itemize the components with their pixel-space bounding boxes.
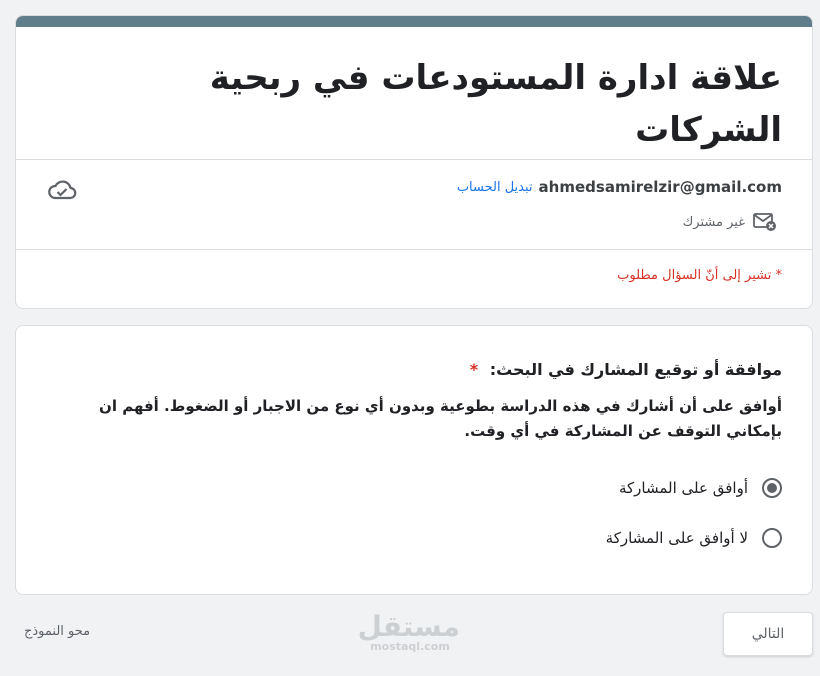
account-email: ahmedsamirelzir@gmail.com	[538, 178, 782, 196]
question-description: أوافق على أن أشارك في هذه الدراسة بطوعية…	[99, 397, 782, 440]
watermark-main: مستقل	[357, 610, 460, 643]
radio-button[interactable]	[762, 528, 782, 548]
form-title: علاقة ادارة المستودعات في ربحية الشركات	[209, 58, 782, 150]
not-shared-status: غير مشترك	[683, 212, 777, 232]
cloud-done-icon	[48, 180, 77, 200]
divider	[16, 249, 812, 250]
question-card: موافقة أو توقيع المشارك في البحث: * أواف…	[15, 325, 813, 595]
radio-option-label: أوافق على المشاركة	[618, 479, 748, 497]
watermark-url: mostaql.com	[370, 640, 450, 653]
required-note: * تشير إلى أنّ السؤال مطلوب	[617, 268, 782, 283]
radio-option-agree[interactable]: أوافق على المشاركة	[619, 478, 782, 498]
question-title-row: موافقة أو توقيع المشارك في البحث: *	[470, 360, 782, 379]
radio-button-checked[interactable]	[762, 478, 782, 498]
header-accent-bar	[16, 16, 812, 27]
watermark-logo: مستقل mostaql.com	[357, 610, 460, 654]
clear-form-link[interactable]: محو النموذج	[24, 624, 90, 639]
radio-option-disagree[interactable]: لا أوافق على المشاركة	[606, 528, 782, 548]
question-title: موافقة أو توقيع المشارك في البحث:	[489, 360, 782, 379]
radio-option-label: لا أوافق على المشاركة	[605, 529, 748, 547]
form-header-card: علاقة ادارة المستودعات في ربحية الشركات …	[15, 15, 813, 309]
required-asterisk: *	[469, 360, 479, 379]
mail-off-icon	[753, 213, 776, 231]
switch-account-link[interactable]: تبديل الحساب	[457, 180, 533, 195]
account-row: ahmedsamirelzir@gmail.com تبديل الحساب	[457, 178, 782, 196]
divider	[16, 159, 812, 160]
not-shared-label: غير مشترك	[682, 214, 745, 230]
next-button[interactable]: التالي	[723, 612, 813, 656]
